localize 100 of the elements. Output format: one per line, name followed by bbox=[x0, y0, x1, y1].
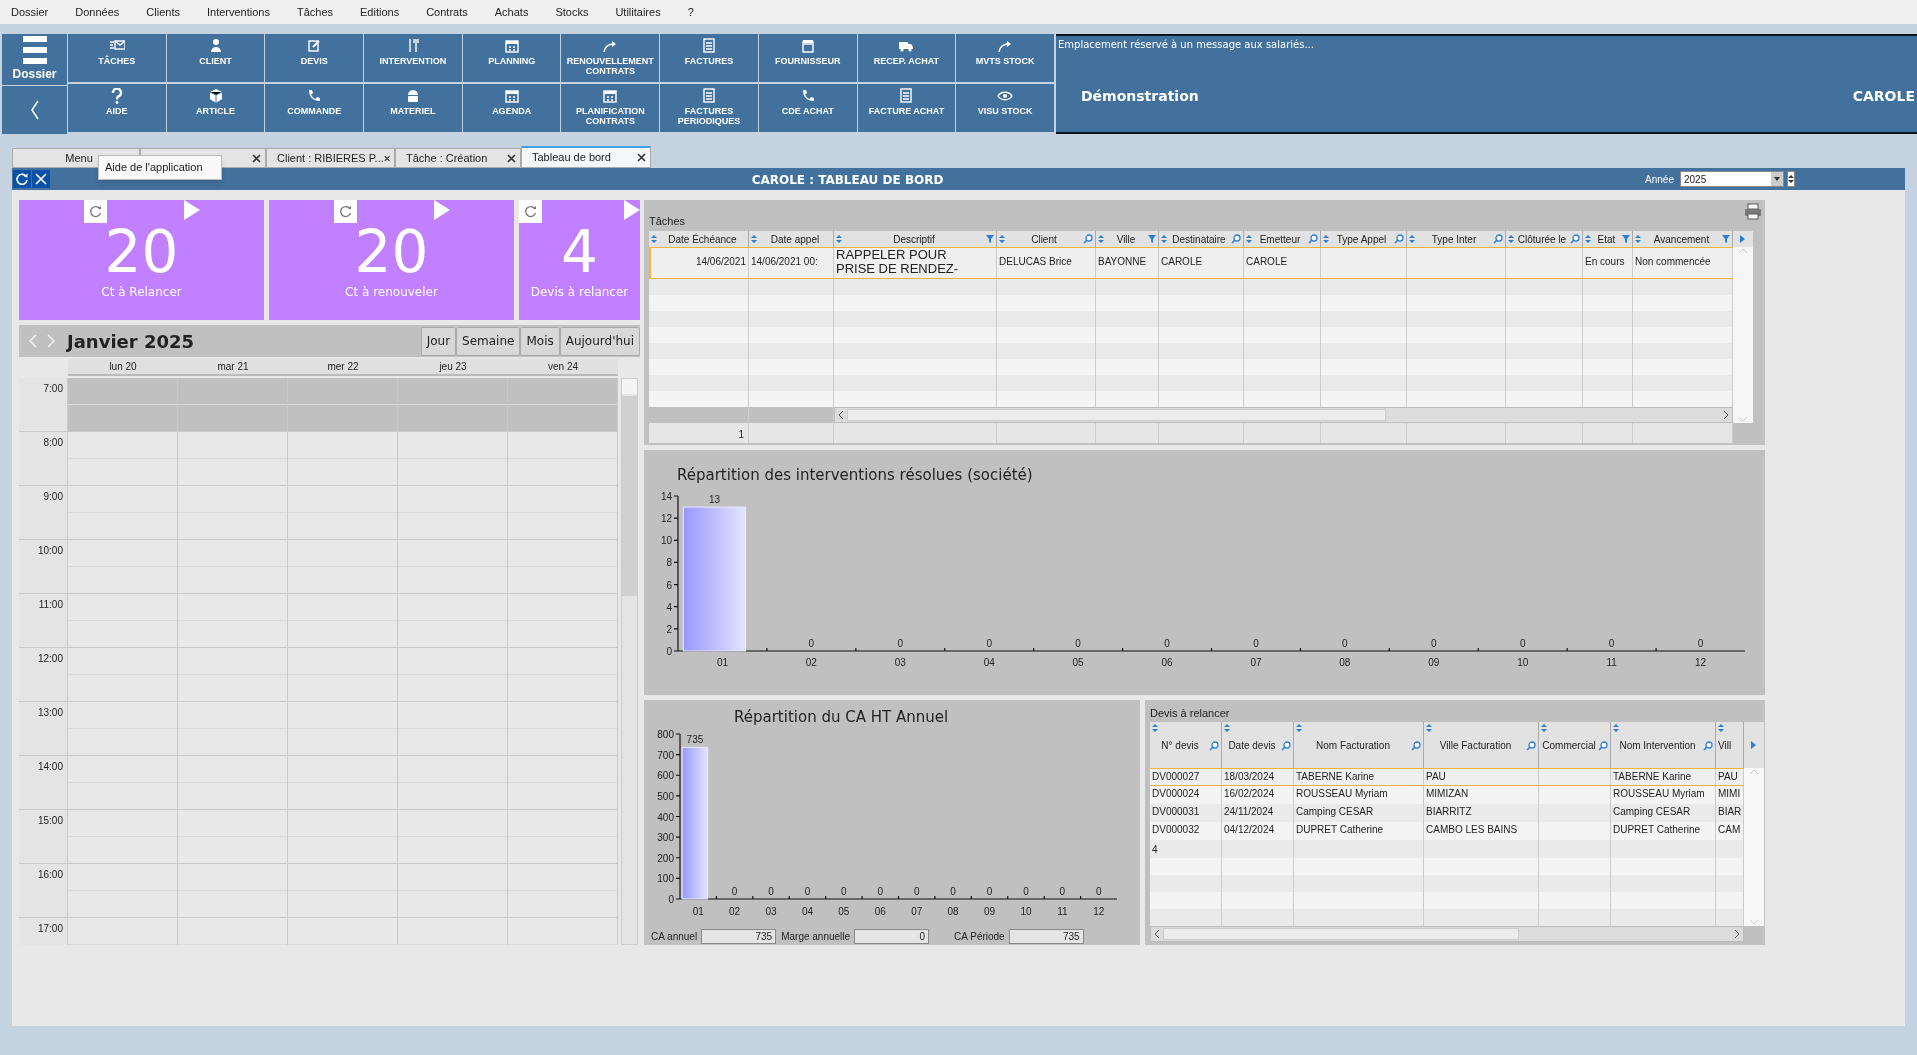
table-cell: ROUSSEAU Myriam bbox=[1613, 788, 1705, 799]
table-cell: DV000031 bbox=[1152, 806, 1200, 817]
tick-label: 12 bbox=[1093, 906, 1105, 917]
day-header: mar 21 bbox=[178, 359, 288, 376]
table-cell: CAMBO LES BAINS bbox=[1426, 824, 1518, 835]
data-label: 0 bbox=[1023, 886, 1029, 897]
tick-label: 0 bbox=[668, 894, 674, 905]
tick-label: 10 bbox=[660, 535, 672, 547]
data-label: 0 bbox=[1164, 638, 1170, 649]
data-label: 0 bbox=[731, 886, 738, 897]
tick-label: 14 bbox=[660, 491, 672, 502]
data-label: 0 bbox=[768, 886, 774, 897]
tick-label: 400 bbox=[657, 811, 674, 823]
data-label: 0 bbox=[804, 886, 811, 897]
tick-label: 08 bbox=[947, 906, 959, 917]
tick-label: 03 bbox=[894, 657, 906, 668]
tick-label: 05 bbox=[838, 906, 850, 917]
data-label: 0 bbox=[1096, 886, 1102, 897]
table-cell-text: CAROLE bbox=[1246, 255, 1288, 269]
data-label: 0 bbox=[1697, 638, 1704, 649]
field-label: Marge annuelle bbox=[781, 930, 851, 944]
data-label: 13 bbox=[708, 494, 720, 506]
tick-label: 11 bbox=[1606, 657, 1617, 668]
table-cell: TABERNE Karine bbox=[1296, 771, 1375, 782]
table-cell: MIMI bbox=[1718, 788, 1741, 799]
data-label: 0 bbox=[1059, 886, 1066, 897]
tick-label: 4 bbox=[666, 601, 672, 613]
data-label: 0 bbox=[841, 886, 847, 897]
data-label: 735 bbox=[686, 734, 704, 746]
table-cell: TABERNE Karine bbox=[1613, 771, 1692, 782]
tick-label: 10 bbox=[1020, 906, 1032, 917]
day-header: ven 24 bbox=[508, 359, 618, 376]
table-cell: Camping CESAR bbox=[1613, 806, 1691, 817]
table-cell: CAM bbox=[1718, 824, 1741, 835]
table-cell-text: DELUCAS Brice bbox=[999, 255, 1072, 269]
dashboard-title: CAROLE : TABLEAU DE BORD bbox=[751, 173, 944, 187]
table-cell-text: En cours bbox=[1585, 255, 1625, 269]
table-cell: 18/03/2024 bbox=[1224, 771, 1275, 782]
day-header: mer 22 bbox=[288, 359, 398, 376]
tick-label: 04 bbox=[801, 906, 813, 917]
table-cell-text: Non commencée bbox=[1635, 255, 1711, 269]
time-label: 8:00 bbox=[43, 437, 63, 448]
data-label: 0 bbox=[1253, 638, 1259, 649]
tick-label: 12 bbox=[1695, 657, 1707, 668]
tick-label: 01 bbox=[716, 657, 728, 668]
calendar-title: Janvier 2025 bbox=[67, 329, 195, 354]
tick-label: 09 bbox=[984, 906, 996, 917]
tick-label: 8 bbox=[666, 557, 672, 569]
tick-label: 500 bbox=[657, 790, 674, 802]
table-cell: ROUSSEAU Myriam bbox=[1296, 788, 1388, 799]
counter-value: 20 bbox=[104, 221, 179, 283]
tick-label: 02 bbox=[805, 657, 817, 668]
tick-label: 06 bbox=[1161, 657, 1173, 668]
data-label: 0 bbox=[913, 886, 920, 897]
row-count: 1 bbox=[738, 429, 744, 440]
tick-label: 800 bbox=[657, 729, 674, 740]
tick-label: 07 bbox=[911, 906, 923, 917]
tick-label: 6 bbox=[666, 579, 672, 591]
data-label: 0 bbox=[986, 638, 992, 649]
time-label: 17:00 bbox=[37, 923, 63, 934]
table-cell-text: CAROLE bbox=[1161, 255, 1203, 269]
data-label: 0 bbox=[897, 638, 904, 649]
day-header: lun 20 bbox=[68, 359, 178, 376]
tick-label: 11 bbox=[1057, 906, 1068, 917]
table-cell: DV000024 bbox=[1152, 788, 1200, 799]
time-label: 13:00 bbox=[37, 707, 63, 718]
table-cell-text: 14/06/2021 00: bbox=[751, 255, 818, 269]
time-label: 11:00 bbox=[38, 599, 63, 610]
data-label: 0 bbox=[1342, 638, 1348, 649]
field-label: CA Période bbox=[954, 930, 1005, 944]
time-label: 7:00 bbox=[43, 383, 63, 394]
tick-label: 12 bbox=[660, 513, 672, 525]
counter-label: Ct à renouveler bbox=[345, 284, 438, 301]
data-label: 0 bbox=[1075, 638, 1081, 649]
table-cell: PAU bbox=[1426, 771, 1446, 782]
tick-label: 0 bbox=[666, 646, 672, 657]
time-label: 15:00 bbox=[37, 815, 63, 826]
tick-label: 08 bbox=[1339, 657, 1351, 668]
year-label: Année bbox=[1645, 172, 1674, 187]
table-cell: DV000027 bbox=[1152, 771, 1200, 782]
tick-label: 600 bbox=[657, 770, 674, 782]
table-cell: 24/11/2024 bbox=[1224, 806, 1274, 817]
tick-label: 700 bbox=[657, 749, 674, 761]
tick-label: 2 bbox=[666, 623, 672, 635]
time-label: 14:00 bbox=[37, 761, 63, 772]
time-label: 9:00 bbox=[43, 491, 63, 502]
table-cell-text: RAPPELER POUR PRISE DE RENDEZ- bbox=[836, 248, 960, 276]
table-cell: 04/12/2024 bbox=[1224, 824, 1275, 835]
tick-label: 200 bbox=[657, 852, 674, 864]
company-name: Démonstration bbox=[1081, 87, 1199, 106]
table-cell: Camping CESAR bbox=[1296, 806, 1374, 817]
table-cell: MIMIZAN bbox=[1426, 788, 1469, 799]
data-label: 0 bbox=[877, 886, 884, 897]
data-label: 0 bbox=[1608, 638, 1615, 649]
counter-value: 4 bbox=[561, 221, 598, 283]
table-cell: DUPRET Catherine bbox=[1613, 824, 1701, 835]
user-name: CAROLE bbox=[1852, 87, 1915, 106]
table-cell: BIARRITZ bbox=[1426, 806, 1472, 817]
table-cell: DV000032 bbox=[1152, 824, 1200, 835]
data-label: 0 bbox=[950, 886, 956, 897]
